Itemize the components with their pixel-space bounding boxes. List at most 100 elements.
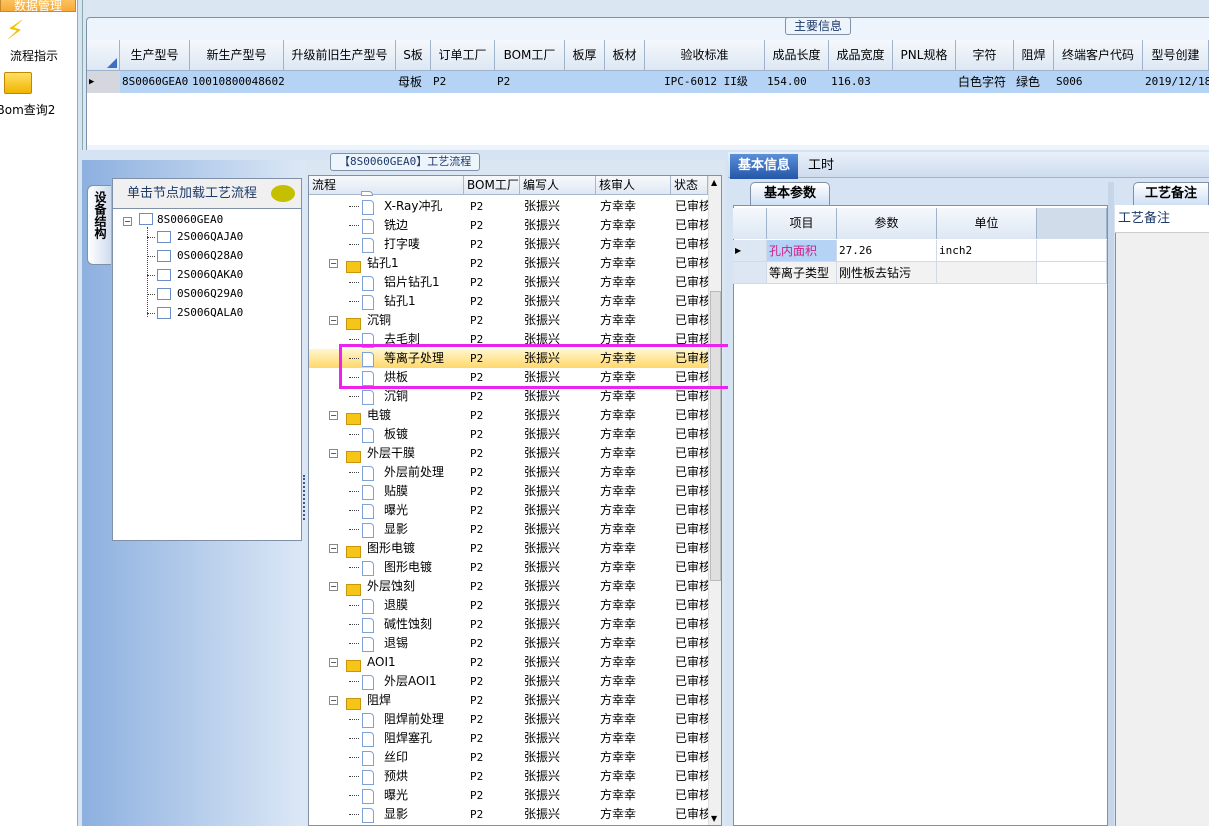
column-header[interactable]: S板 <box>396 40 431 71</box>
column-header[interactable]: 成品宽度 <box>829 40 893 71</box>
flow-column-header[interactable]: 核审人 <box>596 176 671 195</box>
cell-12[interactable]: 白色字符 <box>956 71 1014 93</box>
vertical-scrollbar[interactable]: ▲ ▼ <box>708 176 721 825</box>
cell-10[interactable]: 116.03 <box>829 71 893 93</box>
flow-row[interactable]: − 外层干膜 P2 张振兴 方幸幸 已审核 <box>309 444 708 463</box>
collapse-icon[interactable]: − <box>329 311 338 330</box>
column-header[interactable]: 生产型号 <box>120 40 190 71</box>
flow-row[interactable]: − 钻孔1 P2 张振兴 方幸幸 已审核 <box>309 254 708 273</box>
cell-3[interactable]: 母板 <box>396 71 431 93</box>
column-header[interactable]: 字符 <box>956 40 1014 71</box>
param-cell[interactable]: inch2 <box>937 240 1037 262</box>
flow-row[interactable]: 退膜 P2 张振兴 方幸幸 已审核 <box>309 596 708 615</box>
flow-row[interactable]: 外层前处理 P2 张振兴 方幸幸 已审核 <box>309 463 708 482</box>
flow-column-header[interactable]: 编写人 <box>520 176 596 195</box>
param-cell[interactable]: 刚性板去钻污 <box>837 262 937 284</box>
column-header[interactable]: 升级前旧生产型号 <box>284 40 396 71</box>
row-indicator[interactable] <box>733 262 767 284</box>
splitter[interactable] <box>1108 182 1114 826</box>
flow-row[interactable]: 钻孔1 P2 张振兴 方幸幸 已审核 <box>309 292 708 311</box>
flow-row[interactable]: − 外层蚀刻 P2 张振兴 方幸幸 已审核 <box>309 577 708 596</box>
collapse-icon[interactable]: − <box>329 444 338 463</box>
param-column-header[interactable]: 参数 <box>837 208 937 239</box>
param-cell[interactable]: 等离子类型 <box>767 262 837 284</box>
tree-root[interactable]: 8S0060GEA0 <box>157 213 223 226</box>
flow-row[interactable]: 打字唛 P2 张振兴 方幸幸 已审核 <box>309 235 708 254</box>
flow-row[interactable]: 曝光 P2 张振兴 方幸幸 已审核 <box>309 501 708 520</box>
row-indicator[interactable]: ▶ <box>733 240 767 262</box>
tab-device-structure[interactable]: 设备结构 <box>87 185 111 265</box>
flow-row[interactable]: − 阻焊 P2 张振兴 方幸幸 已审核 <box>309 691 708 710</box>
tree-node[interactable]: 2S006QAKA0 <box>177 268 243 281</box>
flow-row[interactable]: 铝片钻孔1 P2 张振兴 方幸幸 已审核 <box>309 273 708 292</box>
column-header[interactable]: 板材 <box>605 40 645 71</box>
flow-row[interactable]: − 电镀 P2 张振兴 方幸幸 已审核 <box>309 406 708 425</box>
flow-row[interactable]: 外层AOI1 P2 张振兴 方幸幸 已审核 <box>309 672 708 691</box>
flow-row[interactable]: − 图形电镀 P2 张振兴 方幸幸 已审核 <box>309 539 708 558</box>
scroll-down-icon[interactable]: ▼ <box>711 814 717 823</box>
param-column-header[interactable]: 项目 <box>767 208 837 239</box>
tree-node[interactable]: 2S006QALA0 <box>177 306 243 319</box>
column-header[interactable]: PNL规格 <box>893 40 956 71</box>
flow-row[interactable]: 曝光 P2 张振兴 方幸幸 已审核 <box>309 786 708 805</box>
cell-15[interactable]: 2019/12/18 <box>1143 71 1209 93</box>
flow-row[interactable]: 丝印 P2 张振兴 方幸幸 已审核 <box>309 748 708 767</box>
flow-row[interactable]: 贴膜 P2 张振兴 方幸幸 已审核 <box>309 482 708 501</box>
cell-14[interactable]: S006 <box>1054 71 1143 93</box>
tree-node[interactable]: 2S006QAJA0 <box>177 230 243 243</box>
cell-4[interactable]: P2 <box>431 71 495 93</box>
flow-row[interactable]: 图形电镀 P2 张振兴 方幸幸 已审核 <box>309 558 708 577</box>
column-header[interactable]: 验收标准 <box>645 40 765 71</box>
flow-column-header[interactable]: 流程 <box>309 176 464 195</box>
cell-7[interactable] <box>605 71 645 93</box>
column-header[interactable]: 新生产型号 <box>190 40 284 71</box>
scrollbar-thumb[interactable] <box>710 291 721 581</box>
flow-row[interactable]: 铣边 P2 张振兴 方幸幸 已审核 <box>309 216 708 235</box>
row-indicator[interactable]: ▶ <box>87 71 120 93</box>
collapse-icon[interactable]: − <box>329 691 338 710</box>
scroll-up-icon[interactable]: ▲ <box>711 178 717 187</box>
cell-1[interactable]: 10010800048602 <box>190 71 284 93</box>
tree-node[interactable]: 0S006Q28A0 <box>177 249 243 262</box>
flow-row[interactable]: X-Ray冲孔 P2 张振兴 方幸幸 已审核 <box>309 197 708 216</box>
nav-data-management[interactable]: 数据管理 <box>0 0 76 13</box>
collapse-icon[interactable]: − <box>329 254 338 273</box>
cell-6[interactable] <box>565 71 605 93</box>
collapse-icon[interactable]: − <box>329 539 338 558</box>
flow-column-header[interactable]: BOM工厂 <box>464 176 520 195</box>
cell-13[interactable]: 绿色 <box>1014 71 1054 93</box>
flow-column-header[interactable]: 状态 <box>671 176 708 195</box>
nav-item-bom-query[interactable]: Bom查询2 <box>0 101 64 118</box>
flow-row[interactable]: 预烘 P2 张振兴 方幸幸 已审核 <box>309 767 708 786</box>
collapse-icon[interactable]: − <box>329 653 338 672</box>
cell-5[interactable]: P2 <box>495 71 565 93</box>
column-header[interactable]: BOM工厂 <box>495 40 565 71</box>
flow-row[interactable]: 阻焊前处理 P2 张振兴 方幸幸 已审核 <box>309 710 708 729</box>
tab-basic-params[interactable]: 基本参数 <box>750 182 830 205</box>
collapse-icon[interactable]: − <box>123 217 132 226</box>
flow-row[interactable]: 显影 P2 张振兴 方幸幸 已审核 <box>309 805 708 824</box>
grid-corner[interactable] <box>733 208 767 239</box>
tab-process-notes[interactable]: 工艺备注 <box>1133 182 1209 205</box>
collapse-icon[interactable]: − <box>329 406 338 425</box>
column-header[interactable]: 成品长度 <box>765 40 829 71</box>
tab-basic-info[interactable]: 基本信息 <box>730 154 798 179</box>
column-header[interactable]: 阻焊 <box>1014 40 1054 71</box>
cell-8[interactable]: IPC-6012 II级 <box>645 71 765 93</box>
cell-11[interactable] <box>893 71 956 93</box>
tab-work-hours[interactable]: 工时 <box>808 154 834 177</box>
nav-item-flow[interactable]: 流程指示 <box>0 47 72 64</box>
cell-9[interactable]: 154.00 <box>765 71 829 93</box>
flow-row[interactable]: 阻焊塞孔 P2 张振兴 方幸幸 已审核 <box>309 729 708 748</box>
column-header[interactable]: 终端客户代码 <box>1054 40 1143 71</box>
grid-corner[interactable] <box>87 40 120 71</box>
collapse-icon[interactable]: − <box>329 577 338 596</box>
column-header[interactable]: 型号创建 <box>1143 40 1209 71</box>
tree-node[interactable]: 0S006Q29A0 <box>177 287 243 300</box>
column-header[interactable]: 板厚 <box>565 40 605 71</box>
flow-row[interactable]: 显影 P2 张振兴 方幸幸 已审核 <box>309 520 708 539</box>
param-cell[interactable]: 孔内面积 <box>767 240 837 262</box>
cell-2[interactable] <box>284 71 396 93</box>
flow-row[interactable]: 沉铜 P2 张振兴 方幸幸 已审核 <box>309 387 708 406</box>
cell-0[interactable]: 8S0060GEA0 <box>120 71 190 93</box>
